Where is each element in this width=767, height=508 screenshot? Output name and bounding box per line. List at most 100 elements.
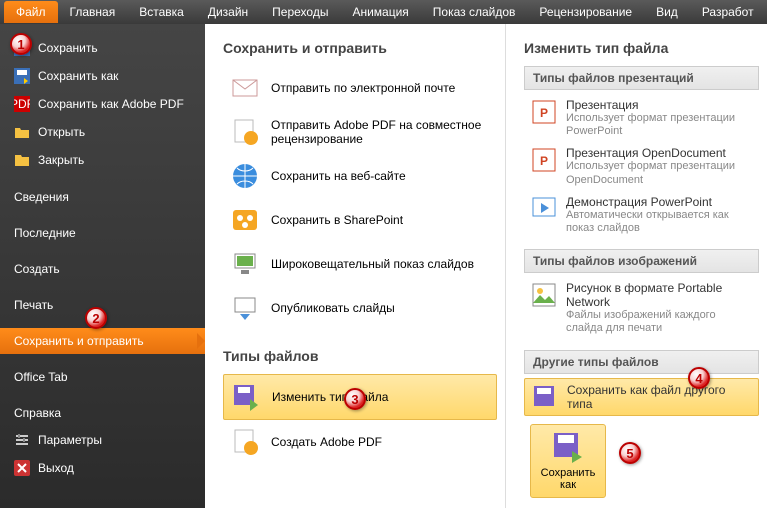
callout-1: 1 (10, 33, 32, 55)
tab-developer[interactable]: Разработ (690, 1, 766, 23)
create-pdf-icon (229, 426, 261, 458)
odp-icon: P (530, 146, 558, 174)
ft-ppsx[interactable]: Демонстрация PowerPointАвтоматически отк… (524, 191, 759, 239)
svg-text:PDF: PDF (14, 97, 30, 111)
label: Печать (14, 298, 53, 312)
content: Сохранить и отправить Отправить по элект… (205, 24, 767, 508)
section-image-types: Типы файлов изображений (524, 249, 759, 273)
desc: Использует формат презентации PowerPoint (566, 112, 753, 138)
label: Office Tab (14, 370, 68, 384)
opt-broadcast[interactable]: Широковещательный показ слайдов (223, 242, 497, 286)
saveas-button[interactable]: Сохранить как (530, 424, 606, 498)
pdf-review-icon (229, 116, 261, 148)
label: Сохранить (38, 41, 98, 55)
tab-review[interactable]: Рецензирование (527, 1, 644, 23)
label: Рисунок в формате Portable Network (566, 281, 753, 309)
label: Презентация (566, 98, 753, 112)
folder-open-icon (14, 124, 30, 140)
sidebar-close[interactable]: Закрыть (0, 146, 205, 174)
file-sidebar: Сохранить Сохранить как PDF Сохранить как… (0, 24, 205, 508)
opt-create-pdf[interactable]: Создать Adobe PDF (223, 420, 497, 464)
ft-other[interactable]: Сохранить как файл другого типа (524, 378, 759, 416)
pptx-icon: P (530, 98, 558, 126)
svg-text:P: P (540, 106, 548, 120)
tab-home[interactable]: Главная (58, 1, 128, 23)
sharepoint-icon (229, 204, 261, 236)
desc: Автоматически открывается как показ слай… (566, 209, 753, 235)
filetype-heading: Изменить тип файла (524, 40, 759, 56)
desc: Использует формат презентации OpenDocume… (566, 160, 753, 186)
sidebar-savepdf[interactable]: PDF Сохранить как Adobe PDF (0, 90, 205, 118)
label: Последние (14, 226, 76, 240)
change-filetype-icon (230, 381, 262, 413)
saveas-other-icon (531, 383, 559, 411)
label: Справка (14, 406, 61, 420)
sidebar-officetab[interactable]: Office Tab (0, 364, 205, 390)
label: Широковещательный показ слайдов (271, 257, 474, 271)
tab-file[interactable]: Файл (4, 1, 58, 23)
sidebar-recent[interactable]: Последние (0, 220, 205, 246)
ribbon-tabs: Файл Главная Вставка Дизайн Переходы Ани… (0, 0, 767, 24)
opt-sharepoint[interactable]: Сохранить в SharePoint (223, 198, 497, 242)
share-heading: Сохранить и отправить (223, 40, 497, 56)
desc: Файлы изображений каждого слайда для печ… (566, 309, 753, 335)
label: Сохранить как файл другого типа (567, 383, 752, 411)
sidebar-saveas[interactable]: Сохранить как (0, 62, 205, 90)
label: Отправить Adobe PDF на совместное реценз… (271, 118, 491, 146)
sidebar-options[interactable]: Параметры (0, 426, 205, 454)
tab-design[interactable]: Дизайн (196, 1, 260, 23)
label: Открыть (38, 125, 85, 139)
opt-publish[interactable]: Опубликовать слайды (223, 286, 497, 330)
sidebar-exit[interactable]: Выход (0, 454, 205, 482)
exit-icon (14, 460, 30, 476)
tab-insert[interactable]: Вставка (127, 1, 196, 23)
label: Отправить по электронной почте (271, 81, 455, 95)
tab-animation[interactable]: Анимация (340, 1, 420, 23)
label: Опубликовать слайды (271, 301, 395, 315)
share-column: Сохранить и отправить Отправить по элект… (205, 24, 505, 508)
label: Создать Adobe PDF (271, 435, 382, 449)
broadcast-icon (229, 248, 261, 280)
label: Сохранить как Adobe PDF (38, 97, 184, 111)
sidebar-open[interactable]: Открыть (0, 118, 205, 146)
sidebar-share[interactable]: Сохранить и отправить (0, 328, 205, 354)
callout-2: 2 (85, 307, 107, 329)
label: Параметры (38, 433, 102, 447)
folder-close-icon (14, 152, 30, 168)
options-icon (14, 432, 30, 448)
ft-png[interactable]: Рисунок в формате Portable NetworkФайлы … (524, 277, 759, 339)
tab-slideshow[interactable]: Показ слайдов (421, 1, 528, 23)
label: Сохранить в SharePoint (271, 213, 403, 227)
label: Выход (38, 461, 74, 475)
label: Сохранить и отправить (14, 334, 144, 348)
globe-icon (229, 160, 261, 192)
sidebar-info[interactable]: Сведения (0, 184, 205, 210)
callout-4: 4 (688, 367, 710, 389)
section-other-types: Другие типы файлов (524, 350, 759, 374)
opt-web[interactable]: Сохранить на веб-сайте (223, 154, 497, 198)
label: Сохранить как (541, 467, 596, 491)
label: Изменить тип файла (272, 390, 388, 404)
label: Демонстрация PowerPoint (566, 195, 753, 209)
png-icon (530, 281, 558, 309)
label: Сохранить на веб-сайте (271, 169, 406, 183)
backstage: Сохранить Сохранить как PDF Сохранить как… (0, 24, 767, 508)
show-icon (530, 195, 558, 223)
section-presentation-types: Типы файлов презентаций (524, 66, 759, 90)
opt-email[interactable]: Отправить по электронной почте (223, 66, 497, 110)
tab-view[interactable]: Вид (644, 1, 690, 23)
callout-5: 5 (619, 442, 641, 464)
label: Сведения (14, 190, 69, 204)
svg-text:P: P (540, 154, 548, 168)
publish-icon (229, 292, 261, 324)
saveas-icon (14, 68, 30, 84)
ft-odp[interactable]: PПрезентация OpenDocumentИспользует форм… (524, 142, 759, 190)
tab-transitions[interactable]: Переходы (260, 1, 340, 23)
pdf-icon: PDF (14, 96, 30, 112)
label: Закрыть (38, 153, 84, 167)
callout-3: 3 (344, 388, 366, 410)
sidebar-new[interactable]: Создать (0, 256, 205, 282)
ft-presentation[interactable]: P ПрезентацияИспользует формат презентаци… (524, 94, 759, 142)
opt-pdf-review[interactable]: Отправить Adobe PDF на совместное реценз… (223, 110, 497, 154)
sidebar-help[interactable]: Справка (0, 400, 205, 426)
